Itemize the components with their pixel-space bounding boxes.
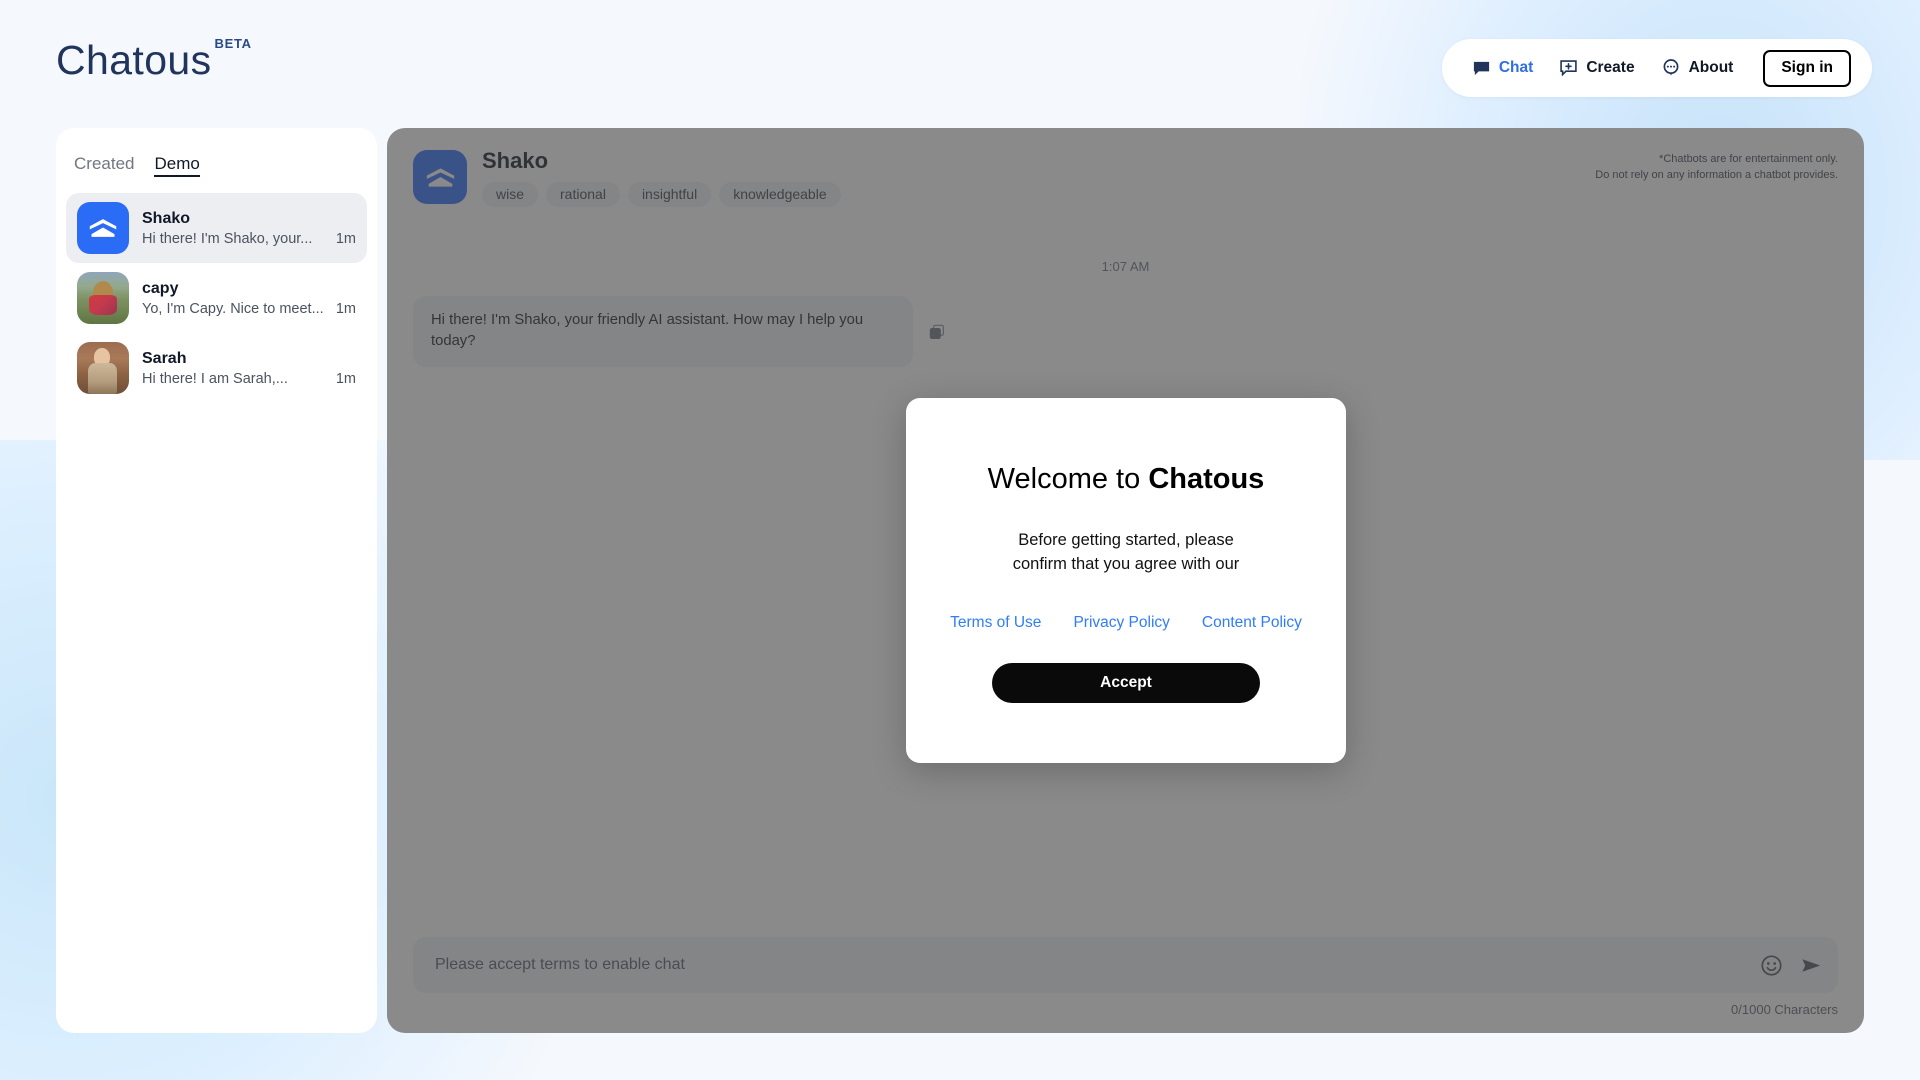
nav-label-about: About — [1688, 59, 1734, 76]
conversation-time: 1m — [335, 231, 356, 247]
chat-bubble-plus-icon — [1559, 59, 1578, 78]
app-header: Chatous BETA Chat Create About Sign in — [0, 0, 1920, 118]
conversation-name: capy — [142, 280, 179, 297]
conversation-name: Sarah — [142, 350, 187, 367]
sidebar-tab-created[interactable]: Created — [74, 154, 134, 177]
modal-policy-links: Terms of Use Privacy Policy Content Poli… — [950, 614, 1302, 632]
conversation-preview: Yo, I'm Capy. Nice to meet... — [142, 301, 324, 317]
terms-of-use-link[interactable]: Terms of Use — [950, 614, 1041, 632]
sidebar-tabs: Created Demo — [56, 128, 377, 193]
nav-label-create: Create — [1586, 59, 1635, 76]
modal-body-line-2: confirm that you agree with our — [1012, 554, 1240, 573]
sign-in-button[interactable]: Sign in — [1763, 49, 1851, 87]
privacy-policy-link[interactable]: Privacy Policy — [1073, 614, 1169, 632]
chat-bubble-dots-icon — [1661, 58, 1681, 78]
list-item-sarah[interactable]: Sarah Hi there! I am Sarah,... 1m — [66, 333, 367, 403]
modal-body-text: Before getting started, please confirm t… — [1013, 529, 1240, 577]
conversation-time: 1m — [335, 371, 356, 387]
content-policy-link[interactable]: Content Policy — [1202, 614, 1302, 632]
modal-title-prefix: Welcome to — [987, 463, 1149, 495]
sarah-photo-avatar — [77, 342, 129, 394]
beta-badge: BETA — [214, 36, 252, 51]
brand-logo[interactable]: Chatous BETA — [56, 36, 252, 83]
nav-item-chat[interactable]: Chat — [1472, 59, 1533, 78]
modal-title: Welcome to Chatous — [988, 463, 1265, 496]
list-item-shako[interactable]: Shako Hi there! I'm Shako, your... 1m — [66, 193, 367, 263]
accept-button[interactable]: Accept — [992, 662, 1260, 703]
conversation-list: Shako Hi there! I'm Shako, your... 1m ca… — [56, 193, 377, 403]
welcome-terms-modal: Welcome to Chatous Before getting starte… — [906, 398, 1346, 763]
list-item-capy[interactable]: capy Yo, I'm Capy. Nice to meet... 1m — [66, 263, 367, 333]
conversation-time: 1m — [335, 301, 356, 317]
modal-title-brand: Chatous — [1148, 463, 1265, 495]
modal-body-line-1: Before getting started, please — [1018, 531, 1234, 549]
conversation-meta: Yo, I'm Capy. Nice to meet... 1m — [142, 301, 356, 317]
capybara-photo-avatar — [77, 272, 129, 324]
nav-label-chat: Chat — [1498, 59, 1534, 76]
conversation-preview: Hi there! I am Sarah,... — [142, 371, 288, 387]
sidebar-tab-demo[interactable]: Demo — [154, 154, 200, 177]
conversation-meta: Hi there! I am Sarah,... 1m — [142, 371, 356, 387]
main-nav: Chat Create About Sign in — [1441, 39, 1872, 97]
conversation-meta: Hi there! I'm Shako, your... 1m — [142, 231, 356, 247]
shako-logo-avatar — [77, 202, 129, 254]
list-item-body: Shako Hi there! I'm Shako, your... 1m — [142, 209, 356, 247]
conversations-sidebar: Created Demo Shako Hi there! I'm Shako, … — [56, 128, 377, 1033]
nav-item-create[interactable]: Create — [1559, 59, 1635, 78]
list-item-body: Sarah Hi there! I am Sarah,... 1m — [142, 349, 356, 387]
brand-name: Chatous — [56, 37, 212, 83]
chat-bubble-filled-icon — [1472, 59, 1491, 78]
conversation-name: Shako — [142, 210, 191, 227]
list-item-body: capy Yo, I'm Capy. Nice to meet... 1m — [142, 279, 356, 317]
nav-item-about[interactable]: About — [1661, 58, 1734, 78]
conversation-preview: Hi there! I'm Shako, your... — [142, 231, 313, 247]
